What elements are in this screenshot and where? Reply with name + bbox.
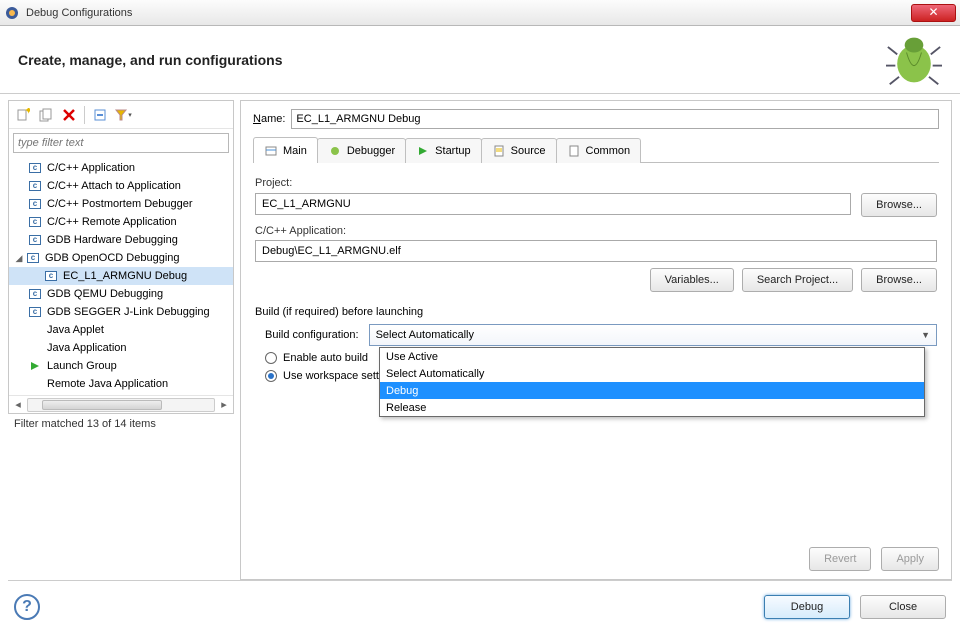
browse-app-button[interactable]: Browse... bbox=[861, 268, 937, 292]
tab-body-main: Project: Browse... C/C++ Application: Va… bbox=[253, 163, 939, 392]
scroll-right-icon[interactable]: ▸ bbox=[217, 398, 231, 412]
build-section-label: Build (if required) before launching bbox=[255, 306, 937, 318]
eclipse-icon bbox=[4, 5, 20, 21]
project-input[interactable] bbox=[255, 193, 851, 215]
sidebar: ✦ ▾ cC/C++ Application cC/C++ Attach to … bbox=[8, 100, 234, 414]
browse-project-button[interactable]: Browse... bbox=[861, 193, 937, 217]
app-input[interactable] bbox=[255, 240, 937, 262]
tree-item[interactable]: Java Applet bbox=[9, 321, 233, 339]
tab-main[interactable]: Main bbox=[253, 137, 318, 163]
filter-input[interactable] bbox=[13, 133, 229, 153]
help-button[interactable]: ? bbox=[14, 594, 40, 620]
tree-item-selected[interactable]: cEC_L1_ARMGNU Debug bbox=[9, 267, 233, 285]
close-window-button[interactable]: ✕ bbox=[911, 4, 956, 22]
window-title: Debug Configurations bbox=[26, 7, 911, 19]
tree-item-expanded[interactable]: ◢cGDB OpenOCD Debugging bbox=[9, 249, 233, 267]
tab-source[interactable]: Source bbox=[481, 138, 557, 163]
tree-item[interactable]: cGDB Hardware Debugging bbox=[9, 231, 233, 249]
dropdown-option[interactable]: Use Active bbox=[380, 348, 924, 365]
tree-item[interactable]: cGDB SEGGER J-Link Debugging bbox=[9, 303, 233, 321]
close-button[interactable]: Close bbox=[860, 595, 946, 619]
filter-button[interactable]: ▾ bbox=[113, 105, 133, 125]
delete-button[interactable] bbox=[59, 105, 79, 125]
dropdown-option-highlight[interactable]: Debug bbox=[380, 382, 924, 399]
tab-startup[interactable]: Startup bbox=[405, 138, 481, 163]
tree-item[interactable]: cGDB QEMU Debugging bbox=[9, 285, 233, 303]
duplicate-button[interactable] bbox=[36, 105, 56, 125]
variables-button[interactable]: Variables... bbox=[650, 268, 734, 292]
revert-button[interactable]: Revert bbox=[809, 547, 871, 571]
build-config-dropdown[interactable]: Use Active Select Automatically Debug Re… bbox=[379, 347, 925, 417]
svg-text:✦: ✦ bbox=[24, 108, 30, 117]
name-input[interactable] bbox=[291, 109, 939, 129]
dropdown-option[interactable]: Release bbox=[380, 399, 924, 416]
header: Create, manage, and run configurations bbox=[0, 26, 960, 94]
debug-button[interactable]: Debug bbox=[764, 595, 850, 619]
footer: ? Debug Close bbox=[8, 580, 952, 632]
tree-item[interactable]: cC/C++ Postmortem Debugger bbox=[9, 195, 233, 213]
name-label: Name: bbox=[253, 113, 285, 125]
tab-common[interactable]: Common bbox=[556, 138, 642, 163]
tree-item[interactable]: cC/C++ Remote Application bbox=[9, 213, 233, 231]
scroll-thumb[interactable] bbox=[42, 400, 162, 410]
tree-item[interactable]: Launch Group bbox=[9, 357, 233, 375]
scroll-left-icon[interactable]: ◂ bbox=[11, 398, 25, 412]
collapse-all-button[interactable] bbox=[90, 105, 110, 125]
new-config-button[interactable]: ✦ bbox=[13, 105, 33, 125]
sidebar-toolbar: ✦ ▾ bbox=[9, 101, 233, 129]
build-config-select[interactable]: Select Automatically▼ bbox=[369, 324, 937, 346]
config-tree[interactable]: cC/C++ Application cC/C++ Attach to Appl… bbox=[9, 157, 233, 395]
horizontal-scrollbar[interactable]: ◂ ▸ bbox=[9, 395, 233, 413]
tree-item[interactable]: cC/C++ Application bbox=[9, 159, 233, 177]
chevron-down-icon: ▼ bbox=[921, 330, 930, 340]
build-config-label: Build configuration: bbox=[265, 329, 359, 341]
tabs: Main Debugger Startup Source Common bbox=[253, 137, 939, 163]
titlebar: Debug Configurations ✕ bbox=[0, 0, 960, 26]
config-panel: Name: Main Debugger Startup Source Commo… bbox=[240, 100, 952, 580]
apply-button[interactable]: Apply bbox=[881, 547, 939, 571]
tree-item[interactable]: Remote Java Application bbox=[9, 375, 233, 393]
tree-item[interactable]: Java Application bbox=[9, 339, 233, 357]
header-subtitle: Create, manage, and run configurations bbox=[18, 52, 283, 68]
dropdown-option[interactable]: Select Automatically bbox=[380, 365, 924, 382]
search-project-button[interactable]: Search Project... bbox=[742, 268, 853, 292]
app-label: C/C++ Application: bbox=[255, 225, 937, 237]
tab-debugger[interactable]: Debugger bbox=[317, 138, 406, 163]
bug-icon bbox=[886, 32, 942, 88]
project-label: Project: bbox=[255, 177, 937, 189]
filter-status: Filter matched 13 of 14 items bbox=[8, 414, 234, 434]
tree-item[interactable]: cC/C++ Attach to Application bbox=[9, 177, 233, 195]
